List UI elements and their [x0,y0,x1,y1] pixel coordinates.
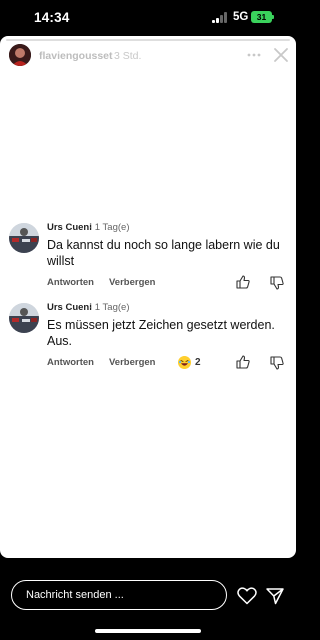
dislike-icon[interactable] [270,356,284,370]
laughing-emoji-icon [178,356,191,369]
hide-button[interactable]: Verbergen [109,277,155,288]
status-time: 14:34 [34,10,70,25]
story-avatar[interactable] [9,44,31,66]
reply-button[interactable]: Antworten [47,277,94,288]
battery-icon: 31 [251,11,272,23]
story-time: 3 Std. [114,50,142,62]
like-icon[interactable] [236,275,250,289]
comment-time: · 1 Tag(e) [89,222,130,233]
signal-icon [212,12,229,23]
network-type: 5G [233,11,249,23]
heart-icon[interactable] [237,587,257,605]
status-bar: 14:34 5G 31 [0,0,296,36]
message-input[interactable]: Nachricht senden ... [11,580,227,610]
reaction-count: 2 [195,357,201,368]
story-card: flaviengousset 3 Std. Urs Cueni · 1 Tag(… [0,36,296,558]
comment-time: · 1 Tag(e) [89,302,130,313]
comment-avatar[interactable] [9,303,39,333]
close-icon[interactable] [273,47,289,63]
comment-author[interactable]: Urs Cueni [47,302,92,313]
comment-avatar[interactable] [9,223,39,253]
comment-text: Es müssen jetzt Zeichen gesetzt werden. … [47,318,275,348]
battery-tip [272,15,274,19]
more-icon[interactable] [247,52,261,58]
home-indicator [95,629,201,633]
reaction-summary[interactable]: 2 [178,356,201,369]
story-username[interactable]: flaviengousset [39,50,113,62]
message-input-placeholder: Nachricht senden ... [26,589,124,601]
dislike-icon[interactable] [270,276,284,290]
comment-text: Da kannst du noch so lange labern wie du… [47,238,280,268]
send-icon[interactable] [265,586,285,606]
comment-author[interactable]: Urs Cueni [47,222,92,233]
story-header: flaviengousset 3 Std. [0,42,296,70]
reply-button[interactable]: Antworten [47,357,94,368]
battery-level: 31 [256,12,267,22]
like-icon[interactable] [236,355,250,369]
story-progress-bar [6,39,290,41]
hide-button[interactable]: Verbergen [109,357,155,368]
